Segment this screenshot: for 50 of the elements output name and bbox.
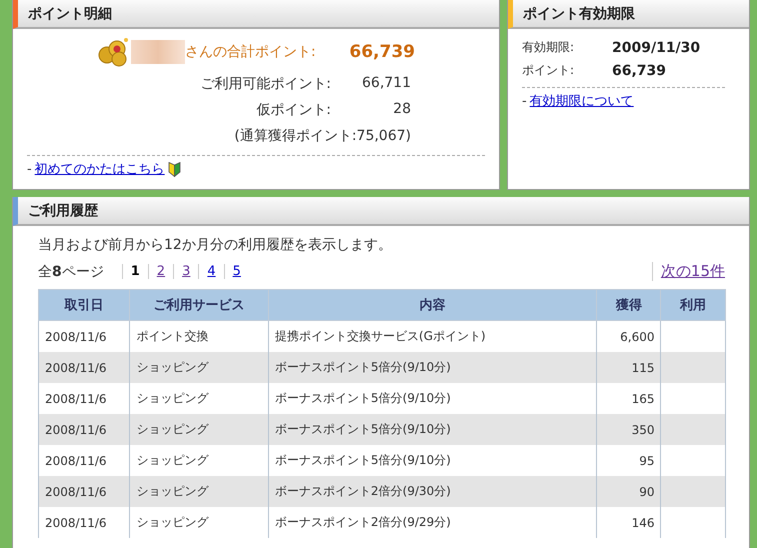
table-cell: ボーナスポイント5倍分(9/10分) xyxy=(268,352,597,383)
expiry-label: ポイント: xyxy=(522,62,576,79)
beginner-link[interactable]: 初めてのかたはこちら xyxy=(34,160,165,178)
points-value: 66,711 xyxy=(361,75,411,93)
blurred-name xyxy=(131,40,185,64)
panel-title: ご利用履歴 xyxy=(13,197,749,226)
table-cell: 90 xyxy=(596,476,661,507)
table-cell: ショッピング xyxy=(130,414,268,445)
expiry-value: 2009/11/30 xyxy=(612,40,700,56)
panel-title: ポイント有効期限 xyxy=(508,0,749,29)
table-cell: 350 xyxy=(596,414,661,445)
dash-mark: - xyxy=(522,94,527,108)
page-link[interactable]: 3 xyxy=(173,264,198,279)
page-count: 全8ページ xyxy=(38,262,105,280)
expiry-label: 有効期限: xyxy=(522,39,576,56)
expiry-value: 66,739 xyxy=(612,62,666,78)
table-cell: ボーナスポイント2倍分(9/30分) xyxy=(268,476,597,507)
table-cell: 146 xyxy=(596,507,661,538)
column-header: 獲得 xyxy=(596,290,661,320)
table-cell: ボーナスポイント5倍分(9/10分) xyxy=(268,414,597,445)
table-cell: ショッピング xyxy=(130,352,268,383)
table-cell: 2008/11/6 xyxy=(38,476,130,507)
panel-title: ポイント明細 xyxy=(13,0,499,29)
column-header: 利用 xyxy=(660,290,726,320)
page-link[interactable]: 5 xyxy=(224,264,249,279)
beginner-mark-icon xyxy=(168,162,181,176)
description: 当月および前月から12か月分の利用履歴を表示します。 xyxy=(37,236,393,254)
table-cell: ボーナスポイント2倍分(9/29分) xyxy=(268,507,597,538)
next-page-link[interactable]: 次の15件 xyxy=(652,262,725,281)
column-header: 取引日 xyxy=(38,290,130,320)
table-cell: 2008/11/6 xyxy=(38,507,130,538)
total-points-value: 66,739 xyxy=(348,42,415,62)
column-header: 内容 xyxy=(268,290,597,320)
page-link[interactable]: 2 xyxy=(148,264,174,279)
table-cell: 115 xyxy=(596,352,661,383)
points-value: 28 xyxy=(392,101,411,119)
page-link[interactable]: 4 xyxy=(198,264,224,279)
table-cell: ショッピング xyxy=(130,507,268,538)
points-label: ご利用可能ポイント: xyxy=(200,75,331,93)
table-cell: ショッピング xyxy=(130,476,268,507)
dash-mark: - xyxy=(27,162,32,176)
page-link[interactable]: 1 xyxy=(122,264,148,279)
points-label: 仮ポイント: xyxy=(256,101,331,119)
table-cell: 2008/11/6 xyxy=(38,414,130,445)
coins-icon xyxy=(97,37,129,67)
table-cell: 2008/11/6 xyxy=(38,352,130,383)
cumulative-points: (通算獲得ポイント:75,067) xyxy=(233,127,412,145)
total-points-label: さんの合計ポイント: xyxy=(185,43,317,61)
expiry-info-link[interactable]: 有効期限について xyxy=(530,92,634,110)
column-header: ご利用サービス xyxy=(130,290,268,320)
